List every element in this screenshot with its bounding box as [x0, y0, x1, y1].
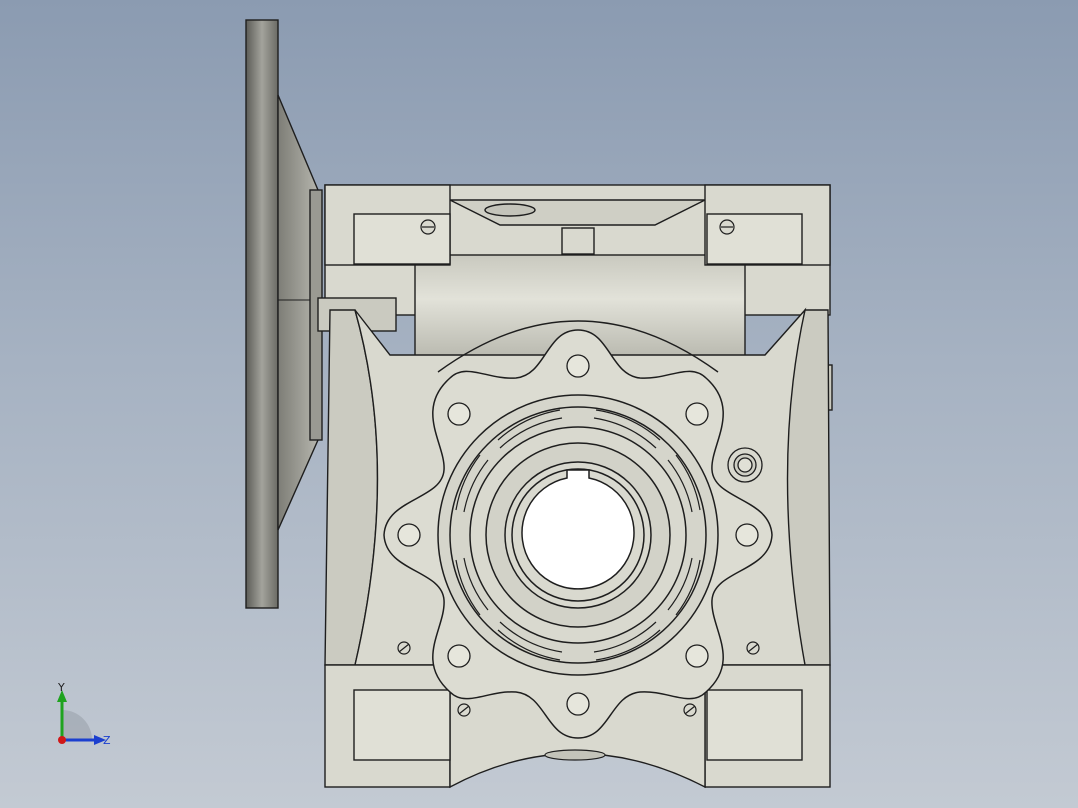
flange-disk: [245, 19, 279, 609]
cad-graphics-viewport[interactable]: Y Z: [0, 0, 1078, 808]
motor-flange[interactable]: [245, 19, 323, 609]
y-axis-label: Y: [57, 681, 65, 694]
top-screw-right: [719, 219, 735, 235]
triad-plane: [62, 710, 92, 740]
bolt-hole-top-left: [447, 402, 471, 426]
bolt-hole-bottom-right: [685, 644, 709, 668]
oil-plug[interactable]: [727, 447, 763, 483]
bolt-hole-bottom: [566, 692, 590, 716]
bolt-hole-right: [735, 523, 759, 547]
top-screw-left: [420, 219, 436, 235]
coordinate-triad: Y Z: [57, 681, 111, 747]
z-axis-label: Z: [103, 734, 111, 747]
x-axis-dot: [58, 736, 66, 744]
bolt-hole-bottom-left: [447, 644, 471, 668]
gearbox-3d-model[interactable]: [0, 0, 1078, 808]
bolt-hole-top: [566, 354, 590, 378]
bottom-plug: [544, 749, 606, 761]
bolt-hole-left: [397, 523, 421, 547]
bolt-hole-top-right: [685, 402, 709, 426]
